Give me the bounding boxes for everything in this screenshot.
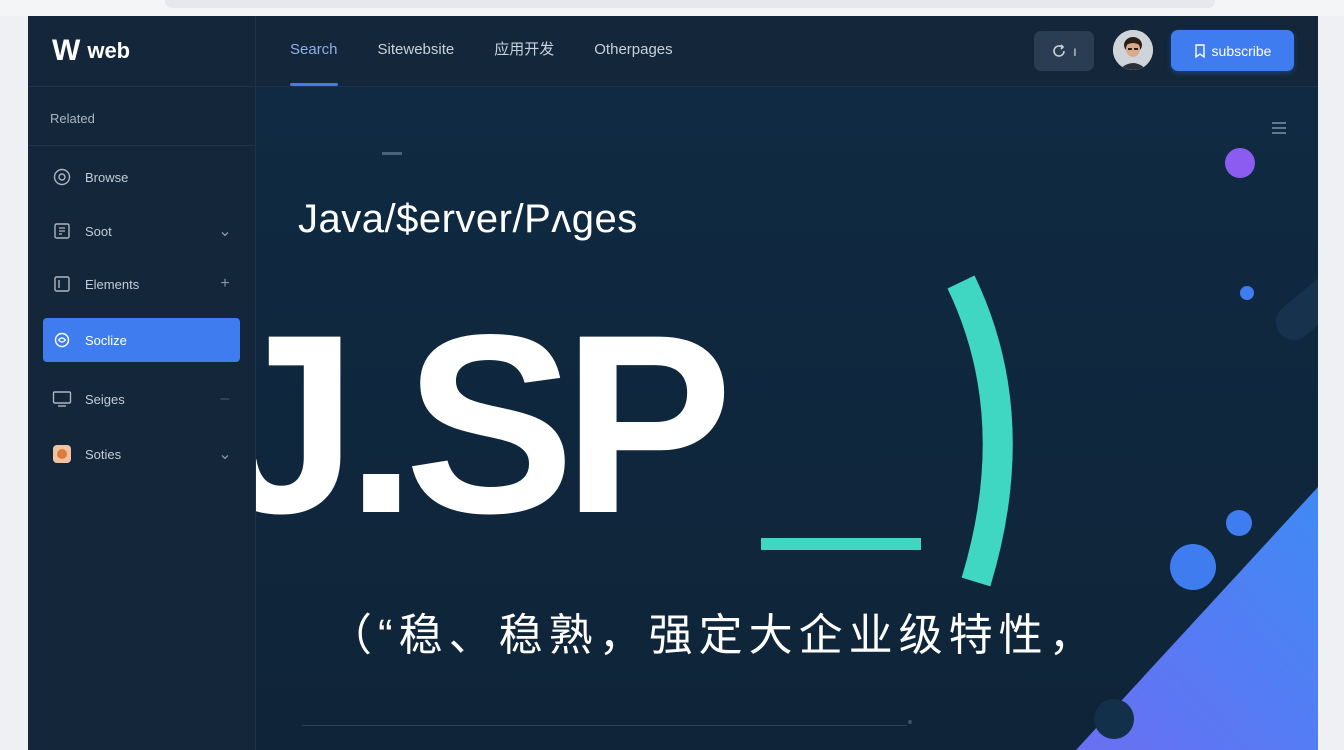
frame-icon [51,273,73,295]
sidebar-item-label: Browse [85,169,129,185]
top-address-bar [165,0,1215,8]
refresh-icon [1053,44,1065,57]
nav-tab-sitewebsite[interactable]: Sitewebsite [378,16,455,86]
top-nav: Search Sitewebsite 应用开发 Otherpages [290,16,673,86]
notification-count: ı [1073,43,1077,59]
sidebar-item-seiges[interactable]: Seiges – [43,377,240,421]
sidebar-item-label: Elements [85,276,140,292]
avatar-icon [1113,30,1153,70]
brand-name: web [87,38,131,63]
sidebar-item-soot[interactable]: Soot ⌄ [43,209,240,253]
teal-parenthesis [947,275,1013,587]
blue-dot-large [1170,544,1216,590]
bookmark-icon [1194,43,1205,58]
notification-button[interactable]: ı [1034,31,1094,71]
monitor-icon [51,388,73,410]
star-dot-2 [908,720,912,724]
hero-title: J.SP [256,282,733,567]
sidebar-item-label: Seiges [85,391,125,407]
target-icon [51,166,73,188]
sidebar-divider [28,145,255,146]
nav-tab-search[interactable]: Search [290,16,338,86]
bottom-rule [302,725,907,726]
subscribe-button-label: subscribe [1211,42,1272,59]
hero-underscore [761,538,921,550]
dark-dot [1094,699,1134,739]
purple-dot [1225,148,1255,178]
sidebar: Related Browse Soot ⌄ Elements + Soclize… [28,87,256,750]
hero-area: Java/$erver/Pʌges J.SP （“稳、稳熟，强定大企业级特性， [256,87,1318,750]
sidebar-header: Related [50,111,95,126]
app-icon [51,443,73,465]
subscribe-button[interactable]: subscribe [1171,30,1294,71]
sidebar-item-browse[interactable]: Browse [43,155,240,199]
diagonal-bar [1275,250,1318,340]
blue-dot [1226,510,1252,536]
doc-icon [51,220,73,242]
hero-tagline: （“稳、稳熟，强定大企业级特性， [328,611,1099,660]
chevron-down-icon[interactable]: ⌄ [214,444,236,464]
brand[interactable]: W web [52,32,130,70]
user-avatar[interactable] [1113,30,1153,70]
sidebar-item-elements[interactable]: Elements + [43,262,240,306]
hero-subtitle: Java/$erver/Pʌges [298,197,638,241]
app-window: W web Search Sitewebsite 应用开发 Otherpages… [28,16,1318,750]
chevron-down-icon[interactable]: ⌄ [214,221,236,241]
blue-dot-small [1240,286,1254,300]
header-divider [255,16,256,86]
top-header: W web Search Sitewebsite 应用开发 Otherpages… [28,16,1318,87]
sidebar-item-soclize[interactable]: Soclize [43,318,240,362]
nav-tab-app-dev[interactable]: 应用开发 [494,16,554,86]
dash-accent [382,152,402,155]
top-strip [0,0,1344,16]
sidebar-item-label: Soties [85,446,122,462]
globe-icon [51,329,73,351]
sidebar-item-soties[interactable]: Soties ⌄ [43,432,240,476]
plus-icon[interactable]: + [214,275,236,293]
sidebar-item-label: Soot [85,223,112,239]
brand-logo: W [52,34,80,67]
minus-icon[interactable]: – [214,390,236,408]
menu-icon[interactable] [1272,121,1286,135]
sidebar-item-label: Soclize [85,332,127,348]
nav-tab-otherpages[interactable]: Otherpages [594,16,672,86]
